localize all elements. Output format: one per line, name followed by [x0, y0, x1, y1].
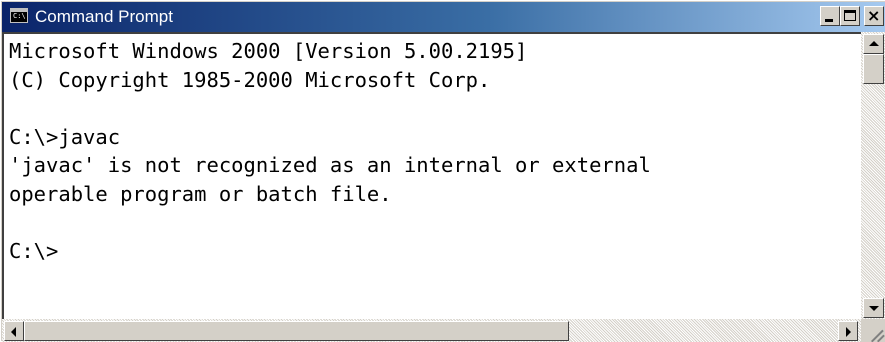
horizontal-scroll-thumb[interactable]: [24, 321, 569, 341]
console-line: operable program or batch file.: [9, 181, 392, 206]
vertical-scrollbar[interactable]: [861, 32, 885, 319]
close-button[interactable]: ×: [864, 6, 884, 26]
minimize-button[interactable]: [820, 6, 840, 26]
vertical-scroll-thumb[interactable]: [863, 54, 884, 84]
console-line: 'javac' is not recognized as an internal…: [9, 153, 651, 177]
command-prompt-window: C:\ Command Prompt × Microsoft Windows 2…: [0, 0, 885, 342]
scroll-right-arrow-icon: [846, 327, 851, 337]
scroll-right-button[interactable]: [838, 321, 858, 341]
scroll-left-button[interactable]: [4, 321, 24, 341]
minimize-icon: [825, 19, 833, 22]
console-output[interactable]: Microsoft Windows 2000 [Version 5.00.219…: [2, 32, 861, 319]
console-window-icon[interactable]: C:\: [10, 8, 28, 23]
scroll-left-arrow-icon: [11, 327, 16, 337]
console-line: C:\>javac: [9, 124, 121, 149]
title-bar[interactable]: C:\ Command Prompt ×: [2, 2, 885, 32]
maximize-icon: [844, 10, 856, 21]
horizontal-scrollbar[interactable]: [2, 319, 861, 342]
console-icon-text: C:\: [13, 12, 26, 20]
console-line: Microsoft Windows 2000 [Version 5.00.219…: [9, 39, 528, 63]
resize-grip[interactable]: [861, 319, 885, 342]
scroll-down-button[interactable]: [863, 298, 884, 318]
close-icon: ×: [867, 6, 881, 25]
scroll-down-arrow-icon: [869, 306, 879, 311]
window-title: Command Prompt: [35, 7, 173, 26]
console-prompt-line[interactable]: C:\>: [9, 237, 861, 266]
scroll-up-button[interactable]: [863, 34, 884, 54]
scroll-up-arrow-icon: [869, 41, 879, 46]
maximize-button[interactable]: [840, 6, 860, 26]
console-line: (C) Copyright 1985-2000 Microsoft Corp.: [9, 67, 491, 92]
